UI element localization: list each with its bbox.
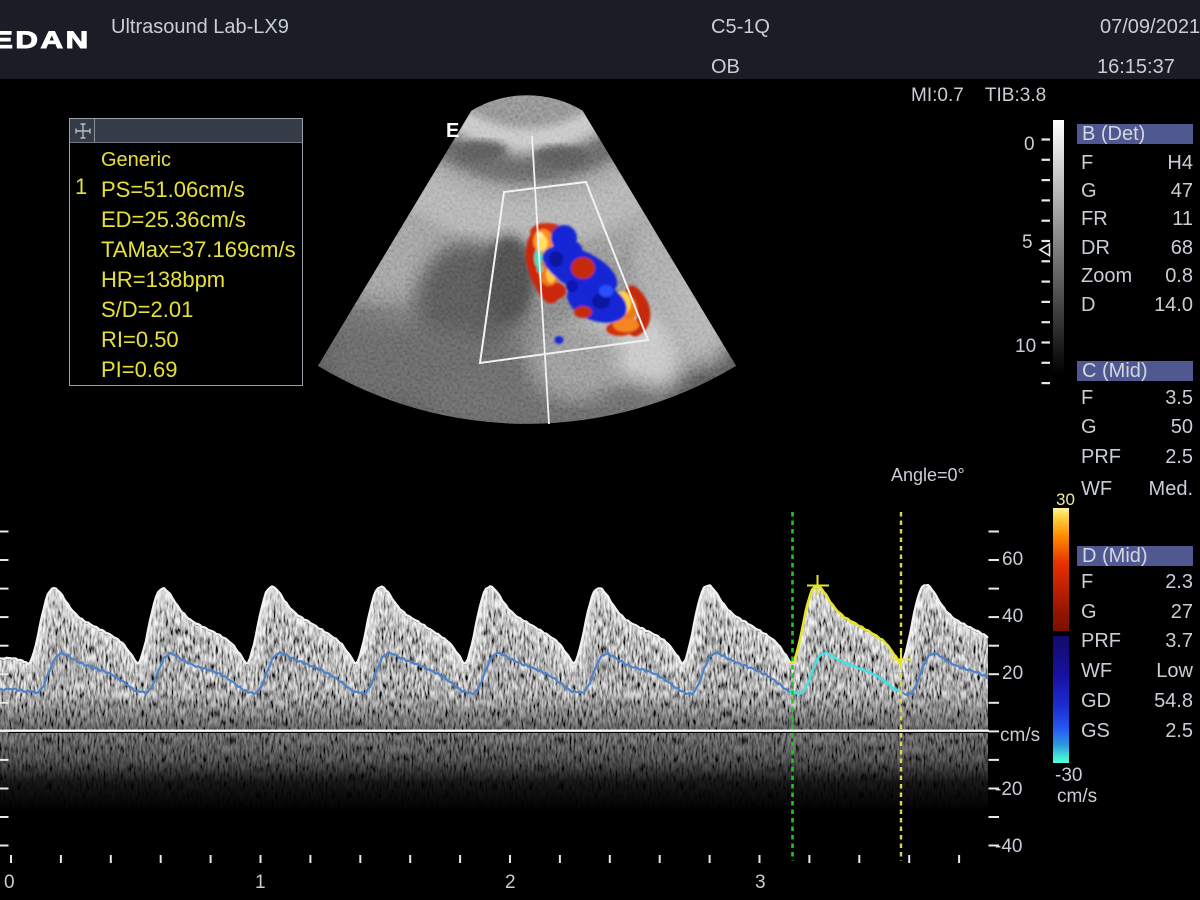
svg-text:E: E xyxy=(446,120,459,142)
